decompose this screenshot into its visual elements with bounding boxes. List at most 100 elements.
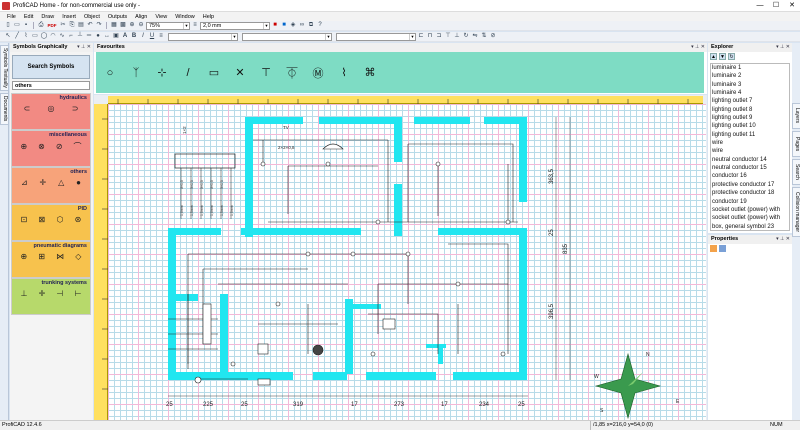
align-center-icon[interactable]: ⊓ (426, 33, 434, 40)
list-item[interactable]: neutral conductor 14 (711, 156, 789, 164)
list-item[interactable]: protective conductor 18 (711, 189, 789, 197)
minimize-button[interactable]: — (752, 0, 768, 12)
category-trunking-systems[interactable]: trunking systems ⊥ ✛ ⊣ ⊢ (11, 278, 91, 315)
fav-motor-icon[interactable]: Ⓜ (308, 63, 328, 83)
fav-ground-icon[interactable]: ⏁ (282, 63, 302, 83)
align-top-icon[interactable]: ⊤ (444, 33, 452, 40)
menu-view[interactable]: View (155, 14, 167, 20)
category-miscellaneous[interactable]: miscellaneous ⊕ ⊗ ⊘ ⌒ (11, 130, 91, 167)
no-icon[interactable]: ⊘ (489, 33, 497, 40)
rotate-icon[interactable]: ↻ (462, 33, 470, 40)
redo-icon[interactable]: ↷ (95, 22, 103, 29)
polyline-icon[interactable]: ⌇ (22, 33, 30, 40)
list-item[interactable]: lighting outlet 7 (711, 97, 789, 105)
pneumatic-symbol-icon[interactable]: ⊞ (38, 252, 45, 261)
underline-icon[interactable]: U (148, 33, 156, 40)
trunking-symbol-icon[interactable]: ✛ (39, 289, 46, 298)
sort-icon[interactable] (719, 245, 726, 252)
others-symbol-icon[interactable]: △ (58, 178, 64, 187)
zoom-out-icon[interactable]: ⊖ (137, 22, 145, 29)
dimension-icon[interactable]: ↔ (103, 33, 111, 40)
style-combo[interactable]: ▼ (242, 32, 332, 41)
list-item[interactable]: neutral conductor 15 (711, 164, 789, 172)
list-item[interactable]: box, general symbol 23 (711, 223, 789, 230)
trunking-symbol-icon[interactable]: ⊥ (21, 289, 28, 298)
others-symbol-icon[interactable]: ✛ (40, 178, 47, 187)
explorer-list[interactable]: luminaire 1 luminaire 2 luminaire 3 lumi… (710, 63, 790, 231)
align-right-icon[interactable]: ⊐ (435, 33, 443, 40)
group-icon[interactable]: ⧉ (307, 22, 315, 29)
italic-icon[interactable]: I (139, 33, 147, 40)
fav-switch-icon[interactable]: ⊹ (152, 63, 172, 83)
image-icon[interactable]: ▣ (112, 33, 120, 40)
others-symbol-icon[interactable]: ● (76, 178, 81, 187)
maximize-button[interactable]: ☐ (768, 0, 784, 12)
category-hydraulics[interactable]: hydraulics ⊂ ◎ ⊃ (11, 93, 91, 130)
tab-collision-manager[interactable]: Collision manager (792, 187, 800, 237)
pdf-icon[interactable]: PDF (46, 22, 58, 29)
category-select[interactable]: others (12, 81, 90, 90)
categorized-icon[interactable] (710, 245, 717, 252)
floor-plan-drawing[interactable]: TV 2×2×0,8 1×2 3×1,5 3×1,5 3×1,5 3×1,5 3… (108, 104, 706, 420)
tab-documents[interactable]: Documents (0, 93, 9, 125)
font-combo[interactable]: ▼ (168, 32, 238, 41)
size-combo[interactable]: ▼ (336, 32, 416, 41)
pin-close-icon[interactable]: ▾ ⊥ ✕ (776, 43, 790, 52)
trunking-symbol-icon[interactable]: ⊣ (56, 289, 63, 298)
fav-cross-icon[interactable]: ✕ (230, 63, 250, 83)
menu-outputs[interactable]: Outputs (108, 14, 127, 20)
category-pid[interactable]: PID ⊡ ⊠ ⬡ ⊛ (11, 204, 91, 241)
binoculars-icon[interactable]: ∞ (298, 22, 306, 29)
fav-relay-icon[interactable]: ⌘ (360, 63, 380, 83)
paste-icon[interactable]: ▤ (77, 22, 85, 29)
select-icon[interactable]: ↖ (4, 33, 12, 40)
cable-icon[interactable]: ═ (85, 33, 93, 40)
help-icon[interactable]: ? (316, 22, 324, 29)
undo-icon[interactable]: ↶ (86, 22, 94, 29)
pin-close-icon[interactable]: ▾ ⊥ ✕ (691, 43, 705, 52)
list-item[interactable]: lighting outlet 11 (711, 131, 789, 139)
fav-contact-icon[interactable]: / (178, 63, 198, 83)
pneumatic-symbol-icon[interactable]: ◇ (75, 252, 81, 261)
misc-symbol-icon[interactable]: ⊘ (56, 142, 63, 151)
fav-lamp-icon[interactable]: ○ (100, 63, 120, 83)
curve-icon[interactable]: ∿ (58, 33, 66, 40)
print-icon[interactable]: ⎙ (37, 22, 45, 29)
zoom-in-icon[interactable]: ⊕ (128, 22, 136, 29)
list-item[interactable]: lighting outlet 10 (711, 122, 789, 130)
ellipse-icon[interactable]: ◯ (40, 33, 48, 40)
fav-push-button-icon[interactable]: ⌇ (334, 63, 354, 83)
pid-symbol-icon[interactable]: ⬡ (56, 215, 63, 224)
bus-icon[interactable]: ┴ (76, 33, 84, 40)
arrow-up-icon[interactable]: ▲ (710, 53, 717, 60)
menu-file[interactable]: File (7, 14, 16, 20)
pneumatic-symbol-icon[interactable]: ⋈ (56, 252, 64, 261)
table-icon[interactable]: ▦ (110, 22, 118, 29)
menu-insert[interactable]: Insert (62, 14, 76, 20)
bold-icon[interactable]: B (130, 33, 138, 40)
list-item[interactable]: luminaire 4 (711, 89, 789, 97)
drawing-canvas[interactable]: TV 2×2×0,8 1×2 3×1,5 3×1,5 3×1,5 3×1,5 3… (94, 95, 707, 420)
tab-layers[interactable]: Layers (792, 103, 800, 129)
wire-icon[interactable]: ⌐ (67, 33, 75, 40)
trunking-symbol-icon[interactable]: ⊢ (74, 289, 81, 298)
list-item[interactable]: wire (711, 147, 789, 155)
refresh-icon[interactable]: ↻ (728, 53, 735, 60)
list-item[interactable]: luminaire 1 (711, 64, 789, 72)
mirror-icon[interactable]: ⇅ (480, 33, 488, 40)
fav-antenna-icon[interactable]: ⊤ (256, 63, 276, 83)
junction-icon[interactable]: ● (94, 33, 102, 40)
close-button[interactable]: ✕ (784, 0, 800, 12)
line-icon[interactable]: ╱ (13, 33, 21, 40)
list-item[interactable]: lighting outlet 9 (711, 114, 789, 122)
menu-object[interactable]: Object (84, 14, 100, 20)
fav-resistor-icon[interactable]: ▭ (204, 63, 224, 83)
list-item[interactable]: luminaire 2 (711, 72, 789, 80)
align-icon[interactable]: ≡ (157, 33, 165, 40)
text-icon[interactable]: A (121, 33, 129, 40)
line-width-combo[interactable]: 2,0 mm ▼ (200, 21, 270, 30)
rectangle-icon[interactable]: ▭ (31, 33, 39, 40)
pid-symbol-icon[interactable]: ⊠ (39, 215, 46, 224)
list-item[interactable]: luminaire 3 (711, 81, 789, 89)
align-bottom-icon[interactable]: ⊥ (453, 33, 461, 40)
